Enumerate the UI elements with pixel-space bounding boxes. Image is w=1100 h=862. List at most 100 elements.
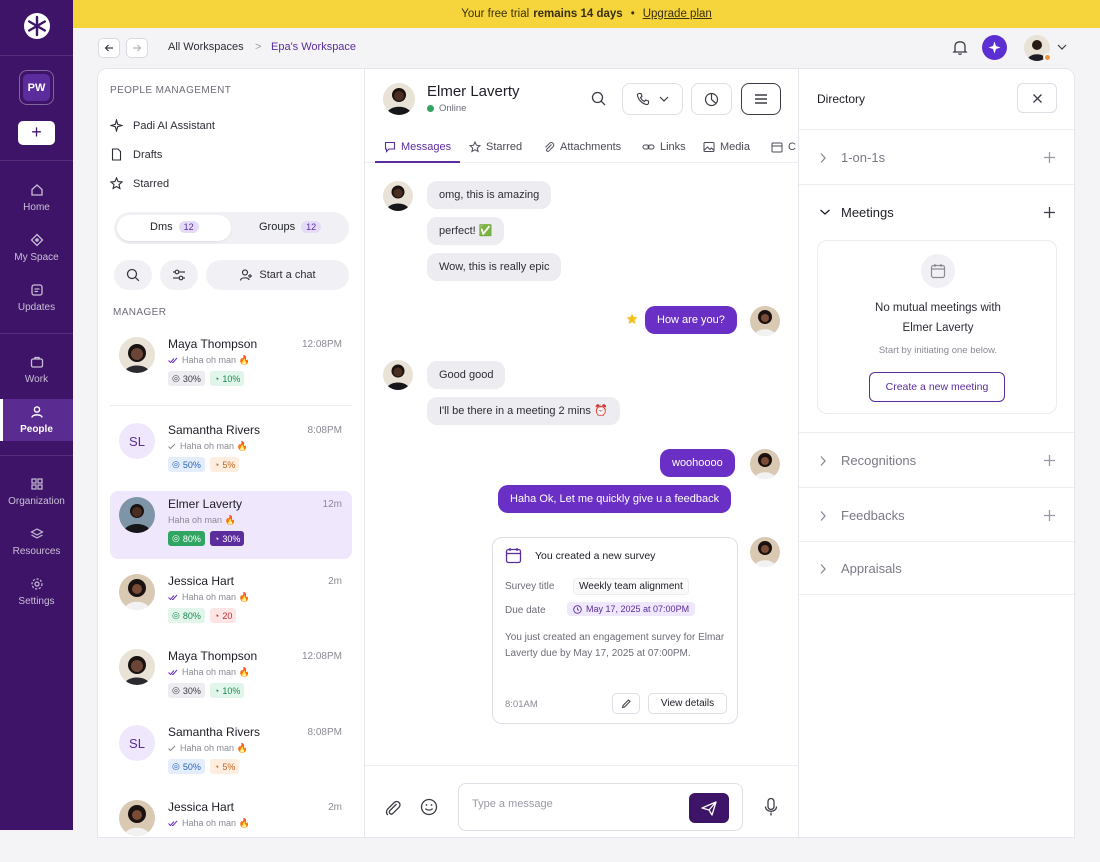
breadcrumb-root[interactable]: All Workspaces xyxy=(168,41,244,53)
status-text: Online xyxy=(439,103,467,114)
nav-work[interactable]: Work xyxy=(0,349,73,391)
menu-ai-assistant[interactable]: Padi AI Assistant xyxy=(110,119,215,132)
tag-row: ◎ 80% ◔ 20 xyxy=(168,608,237,623)
nav-my-space[interactable]: My Space xyxy=(0,227,73,269)
contact-preview: Haha oh man 🔥 xyxy=(168,667,250,678)
message-bubble-incoming[interactable]: Good good xyxy=(427,361,506,389)
message-bubble-incoming[interactable]: omg, this is amazing xyxy=(427,181,552,209)
tab-links[interactable]: Links xyxy=(642,141,686,153)
nav-updates[interactable]: Updates xyxy=(0,277,73,319)
contact-item[interactable]: Maya Thompson 12:08PM Haha oh man 🔥 ◎ 30… xyxy=(110,643,352,711)
chat-avatar xyxy=(383,83,415,115)
survey-title-key: Survey title xyxy=(505,581,555,592)
contact-preview: Haha oh man 🔥 xyxy=(168,441,248,452)
app-logo-icon[interactable] xyxy=(23,12,51,40)
send-button[interactable] xyxy=(689,793,729,823)
workspace-switcher[interactable]: PW xyxy=(19,70,54,105)
close-button[interactable] xyxy=(1017,83,1057,113)
tab-messages[interactable]: Messages xyxy=(384,141,451,153)
forward-button[interactable] xyxy=(126,38,148,58)
tab-groups[interactable]: Groups 12 xyxy=(259,221,322,233)
message-bubble-outgoing[interactable]: How are you? xyxy=(645,306,737,334)
contact-item-selected[interactable]: Elmer Laverty 12m Haha oh man 🔥 ◎ 80% ◔ … xyxy=(110,491,352,559)
call-button[interactable] xyxy=(622,83,683,115)
link-icon xyxy=(642,144,655,150)
menu-button[interactable] xyxy=(741,83,781,115)
microphone-icon[interactable] xyxy=(764,797,778,817)
check-icon xyxy=(168,745,176,752)
paperclip-icon[interactable] xyxy=(384,799,402,817)
message-composer xyxy=(365,765,800,839)
survey-timestamp: 8:01AM xyxy=(505,699,538,710)
avatar-photo xyxy=(119,337,155,373)
tab-media[interactable]: Media xyxy=(703,141,750,153)
contact-item[interactable]: Jessica Hart 2m Haha oh man 🔥 xyxy=(110,794,352,862)
contact-item[interactable]: Jessica Hart 2m Haha oh man 🔥 ◎ 80% ◔ 20 xyxy=(110,568,352,636)
contact-name: Samantha Rivers xyxy=(168,423,261,437)
edit-button[interactable] xyxy=(612,693,640,714)
star-icon xyxy=(469,141,481,153)
message-bubble-outgoing[interactable]: woohoooo xyxy=(660,449,735,477)
plus-icon[interactable] xyxy=(1043,454,1056,467)
message-bubble-incoming[interactable]: perfect! ✅ xyxy=(427,217,505,245)
rail-divider xyxy=(0,55,73,56)
breadcrumb-current[interactable]: Epa's Workspace xyxy=(271,41,356,53)
bell-icon[interactable] xyxy=(952,39,968,56)
message-bubble-outgoing[interactable]: Haha Ok, Let me quickly give u a feedbac… xyxy=(498,485,732,513)
ai-assistant-button[interactable] xyxy=(982,35,1007,60)
create-button[interactable]: + xyxy=(18,121,55,145)
contact-item[interactable]: Maya Thompson 12:08PM Haha oh man 🔥 ◎ 30… xyxy=(110,331,352,399)
badge-value: 80% xyxy=(182,533,201,544)
nav-home[interactable]: Home xyxy=(0,177,73,219)
start-chat-button[interactable]: Start a chat xyxy=(206,260,349,290)
nav-people[interactable]: People xyxy=(0,399,73,441)
engagement-badge: ◎ 80% xyxy=(168,608,205,623)
chevron-down-icon[interactable] xyxy=(1057,43,1067,51)
nav-resources[interactable]: Resources xyxy=(0,521,73,563)
nav-settings[interactable]: Settings xyxy=(0,571,73,613)
message-icon xyxy=(384,141,396,153)
chevron-down-icon[interactable] xyxy=(819,208,831,216)
contact-item[interactable]: SL Samantha Rivers 8:08PM Haha oh man 🔥 … xyxy=(110,719,352,787)
file-icon xyxy=(111,148,122,161)
chevron-right-icon xyxy=(820,456,826,466)
analytics-button[interactable] xyxy=(691,83,732,115)
message-bubble-incoming[interactable]: I'll be there in a meeting 2 mins ⏰ xyxy=(427,397,620,425)
section-1-on-1s[interactable]: 1-on-1s xyxy=(799,129,1076,185)
section-label[interactable]: Meetings xyxy=(841,205,894,220)
upgrade-plan-link[interactable]: Upgrade plan xyxy=(643,8,712,20)
avatar-photo xyxy=(383,83,415,115)
plus-icon[interactable] xyxy=(1043,151,1056,164)
contact-item[interactable]: SL Samantha Rivers 8:08PM Haha oh man 🔥 … xyxy=(110,417,352,485)
section-appraisals[interactable]: Appraisals xyxy=(799,541,1076,595)
search-button[interactable] xyxy=(114,260,152,290)
tab-attachments[interactable]: Attachments xyxy=(543,141,621,153)
plus-icon[interactable] xyxy=(1043,206,1056,219)
search-icon[interactable] xyxy=(591,91,606,106)
menu-starred[interactable]: Starred xyxy=(110,177,169,190)
tab-calendar[interactable]: C xyxy=(771,141,796,153)
message-input[interactable] xyxy=(472,798,672,810)
nav-label: Resources xyxy=(12,546,61,557)
add-user-icon xyxy=(240,269,253,281)
my-avatar xyxy=(750,449,780,479)
avatar-photo xyxy=(383,181,413,211)
plus-icon[interactable] xyxy=(1043,509,1056,522)
menu-drafts[interactable]: Drafts xyxy=(110,148,162,161)
tab-label: C xyxy=(788,141,796,153)
back-button[interactable] xyxy=(98,38,120,58)
emoji-icon[interactable] xyxy=(420,798,438,816)
section-recognitions[interactable]: Recognitions xyxy=(799,432,1076,488)
filter-button[interactable] xyxy=(160,260,198,290)
nav-organization[interactable]: Organization xyxy=(0,471,73,513)
message-bubble-incoming[interactable]: Wow, this is really epic xyxy=(427,253,562,281)
tab-dms[interactable]: Dms 12 xyxy=(150,221,199,233)
create-meeting-button[interactable]: Create a new meeting xyxy=(869,372,1005,402)
section-feedbacks[interactable]: Feedbacks xyxy=(799,487,1076,542)
survey-card: You created a new survey Survey title We… xyxy=(492,537,738,724)
home-icon xyxy=(30,184,43,196)
engagement-badge: ◎ 50% xyxy=(168,759,205,774)
star-icon xyxy=(110,177,123,190)
view-details-button[interactable]: View details xyxy=(648,693,727,714)
tab-starred[interactable]: Starred xyxy=(469,141,522,153)
